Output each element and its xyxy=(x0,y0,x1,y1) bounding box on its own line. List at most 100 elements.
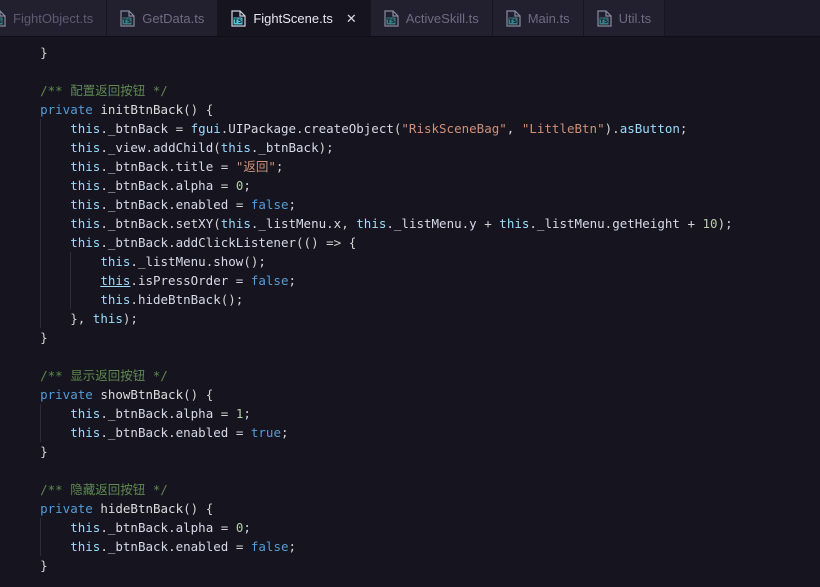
code-token: => xyxy=(326,235,349,250)
code-line[interactable]: this._view.addChild(this._btnBack); xyxy=(10,138,820,157)
code-line[interactable]: this._btnBack.enabled = false; xyxy=(10,537,820,556)
code-line[interactable]: } xyxy=(10,328,820,347)
code-line[interactable]: private initBtnBack() { xyxy=(10,100,820,119)
code-token: ; xyxy=(679,121,688,136)
code-line[interactable]: this._btnBack.setXY(this._listMenu.x, th… xyxy=(10,214,820,233)
editor-tab-fightobject-ts[interactable]: TS FightObject.ts xyxy=(0,0,108,36)
code-token: initBtnBack xyxy=(100,102,184,117)
tab-bar-empty-area xyxy=(665,0,820,36)
code-line[interactable]: this._btnBack.title = "返回"; xyxy=(10,157,820,176)
svg-text:TS: TS xyxy=(234,18,242,25)
code-token: showBtnBack xyxy=(100,387,184,402)
code-token: . xyxy=(168,159,176,174)
code-token: ._btnBack xyxy=(100,197,169,212)
code-line[interactable]: this._btnBack = fgui.UIPackage.createObj… xyxy=(10,119,820,138)
code-token: this xyxy=(70,197,101,212)
code-token: enabled xyxy=(175,539,236,554)
code-token: true xyxy=(250,425,281,440)
code-line[interactable] xyxy=(10,62,820,81)
svg-text:TS: TS xyxy=(509,18,517,25)
code-token: this xyxy=(499,216,530,231)
code-line[interactable]: }, this); xyxy=(10,309,820,328)
code-token: = xyxy=(220,159,236,174)
code-token: (() xyxy=(296,235,327,250)
code-token: . xyxy=(130,273,138,288)
code-token: /** 配置返回按钮 */ xyxy=(40,83,168,98)
code-token: . xyxy=(168,235,176,250)
code-token: ._listMenu xyxy=(130,254,206,269)
code-line[interactable]: } xyxy=(10,556,820,575)
code-token: . xyxy=(168,520,176,535)
close-icon[interactable]: ✕ xyxy=(346,12,357,25)
editor-tab-util-ts[interactable]: TS Util.ts xyxy=(583,0,666,36)
code-line[interactable]: this._btnBack.alpha = 0; xyxy=(10,176,820,195)
code-token: ._listMenu xyxy=(250,216,327,231)
code-token: addChild xyxy=(153,140,214,155)
code-token: /** 隐藏返回按钮 */ xyxy=(40,482,168,497)
code-content[interactable]: } /** 配置返回按钮 */ private initBtnBack() { … xyxy=(0,43,820,575)
code-editor[interactable]: } /** 配置返回按钮 */ private initBtnBack() { … xyxy=(0,37,820,587)
code-token: "返回" xyxy=(235,159,276,174)
code-token: . xyxy=(326,216,334,231)
code-token: hideBtnBack xyxy=(137,292,221,307)
code-line[interactable]: /** 配置返回按钮 */ xyxy=(10,81,820,100)
typescript-file-icon: TS xyxy=(0,10,6,27)
code-token: } xyxy=(40,558,48,573)
code-token: y xyxy=(469,216,485,231)
code-line[interactable] xyxy=(10,347,820,366)
code-token: = xyxy=(220,406,236,421)
editor-tab-activeskill-ts[interactable]: TS ActiveSkill.ts xyxy=(370,0,493,36)
code-token: ; xyxy=(275,159,284,174)
code-line[interactable]: this._listMenu.show(); xyxy=(10,252,820,271)
svg-text:TS: TS xyxy=(0,18,2,25)
code-line[interactable]: this._btnBack.enabled = false; xyxy=(10,195,820,214)
code-token: this xyxy=(70,178,101,193)
editor-tab-fightscene-ts[interactable]: TS FightScene.ts ✕ xyxy=(218,0,371,36)
code-line[interactable]: this._btnBack.addClickListener(() => { xyxy=(10,233,820,252)
code-line[interactable]: /** 显示返回按钮 */ xyxy=(10,366,820,385)
code-token: ._btnBack xyxy=(100,235,169,250)
code-token: this xyxy=(70,121,101,136)
code-token: ._view xyxy=(100,140,146,155)
code-line[interactable]: this.hideBtnBack(); xyxy=(10,290,820,309)
code-token: "LittleBtn" xyxy=(521,121,605,136)
code-line[interactable]: } xyxy=(10,442,820,461)
code-token: UIPackage xyxy=(228,121,297,136)
code-line[interactable]: this.isPressOrder = false; xyxy=(10,271,820,290)
code-line[interactable] xyxy=(10,461,820,480)
code-line[interactable]: this._btnBack.alpha = 0; xyxy=(10,518,820,537)
code-line[interactable]: this._btnBack.enabled = true; xyxy=(10,423,820,442)
code-token: ._btnBack xyxy=(100,539,169,554)
code-line[interactable]: private hideBtnBack() { xyxy=(10,499,820,518)
code-line[interactable]: this._btnBack.alpha = 1; xyxy=(10,404,820,423)
editor-tab-getdata-ts[interactable]: TS GetData.ts xyxy=(107,0,219,36)
code-token: this xyxy=(92,311,123,326)
editor-tab-bar: TS FightObject.ts TS GetData.ts TS FightScene… xyxy=(0,0,820,37)
code-token: ); xyxy=(318,140,334,155)
code-token: addClickListener xyxy=(175,235,297,250)
code-line[interactable]: /** 隐藏返回按钮 */ xyxy=(10,480,820,499)
code-token: false xyxy=(250,273,289,288)
code-line[interactable]: } xyxy=(10,43,820,62)
tab-label: Util.ts xyxy=(618,11,652,26)
code-token: ._btnBack xyxy=(100,520,169,535)
code-token: asButton xyxy=(619,121,680,136)
code-line[interactable]: private showBtnBack() { xyxy=(10,385,820,404)
code-token: ; xyxy=(288,539,297,554)
editor-tab-main-ts[interactable]: TS Main.ts xyxy=(492,0,584,36)
code-token: ); xyxy=(122,311,138,326)
code-token: (); xyxy=(243,254,266,269)
svg-text:TS: TS xyxy=(599,18,607,25)
typescript-file-icon: TS xyxy=(231,10,246,27)
code-token: . xyxy=(168,406,176,421)
code-token: } xyxy=(40,444,48,459)
code-token: this xyxy=(100,292,131,307)
